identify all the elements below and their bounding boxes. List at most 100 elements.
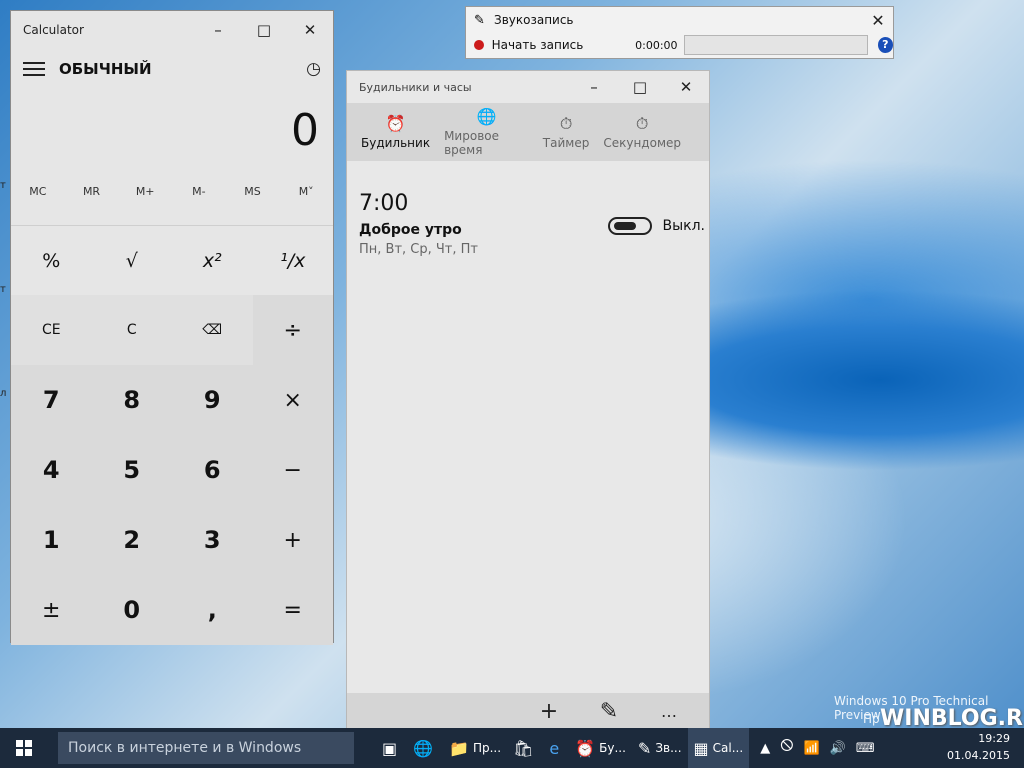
desktop-icon-fragment[interactable]: т — [0, 180, 10, 191]
alarm-item[interactable]: 7:00 Доброе утро Пн, Вт, Ср, Чт, Пт Выкл… — [359, 191, 705, 257]
globe-clock-icon: 🌐 — [476, 107, 497, 126]
close-button[interactable]: ✕ — [287, 11, 333, 49]
clock-time: 19:29 — [978, 732, 1010, 745]
alarms-command-bar: + ✎ … — [347, 693, 709, 729]
negate-button[interactable]: ± — [11, 575, 92, 645]
tab-label: Мировое время — [444, 129, 499, 157]
maximize-button[interactable]: □ — [241, 11, 287, 49]
desktop-icon-fragment[interactable]: т — [0, 284, 10, 295]
memory-clear-button[interactable]: MC — [11, 185, 65, 198]
reciprocal-button[interactable]: ¹/x — [252, 226, 333, 295]
desktop-icon-fragment[interactable]: л — [0, 388, 10, 399]
more-options-button[interactable]: … — [639, 702, 699, 721]
digit-8-button[interactable]: 8 — [91, 365, 172, 435]
recorder-titlebar[interactable]: ✎ Звукозапись ✕ — [466, 7, 893, 33]
percent-button[interactable]: % — [11, 226, 92, 295]
tab-world-clock[interactable]: 🌐 Мировое время — [444, 103, 529, 161]
folder-icon: 📁 — [449, 738, 469, 758]
taskbar-clock[interactable]: 19:29 01.04.2015 — [947, 730, 1010, 764]
alarm-clock-icon: ⏰ — [385, 114, 406, 133]
taskbar-item-label: Cal... — [712, 741, 744, 755]
memory-subtract-button[interactable]: M- — [172, 185, 226, 198]
alarm-toggle[interactable]: Выкл. — [608, 217, 705, 235]
taskbar: Поиск в интернете и в Windows ▣ 🌐 📁 Пр...… — [0, 728, 1024, 768]
subtract-button[interactable]: − — [252, 435, 333, 505]
network-icon[interactable]: 📶 — [803, 741, 819, 756]
task-view-button[interactable]: ▣ — [376, 728, 407, 768]
chevron-up-icon[interactable]: ▲ — [760, 741, 770, 756]
digit-4-button[interactable]: 4 — [11, 435, 92, 505]
digit-2-button[interactable]: 2 — [91, 505, 172, 575]
divide-button[interactable]: ÷ — [252, 295, 333, 365]
windows-logo-icon — [16, 740, 32, 756]
sound-recorder-window: ✎ Звукозапись ✕ Начать запись 0:00:00 ? — [465, 6, 894, 59]
help-icon[interactable]: ? — [877, 37, 894, 53]
digit-9-button[interactable]: 9 — [172, 365, 253, 435]
tab-label: Таймер — [542, 136, 590, 150]
digit-0-button[interactable]: 0 — [91, 575, 172, 645]
ie-button[interactable]: e — [543, 728, 569, 768]
clear-button[interactable]: C — [91, 295, 172, 365]
record-icon[interactable] — [474, 40, 484, 50]
microphone-icon: ✎ — [637, 738, 652, 758]
memory-row: MC MR M+ M- MS M˅ — [11, 173, 333, 209]
minimize-button[interactable]: – — [195, 11, 241, 49]
edit-pencil-icon[interactable]: ✎ — [579, 699, 639, 724]
globe-icon: 🌐 — [413, 738, 434, 758]
task-view-icon: ▣ — [382, 738, 398, 758]
search-box[interactable]: Поиск в интернете и в Windows — [58, 732, 354, 764]
decimal-separator-button[interactable]: , — [172, 575, 253, 645]
start-button[interactable] — [0, 728, 48, 768]
memory-list-button[interactable]: M˅ — [279, 185, 333, 198]
alarm-days: Пн, Вт, Ср, Чт, Пт — [359, 242, 478, 257]
clock-date: 01.04.2015 — [947, 749, 1010, 762]
recording-time: 0:00:00 — [635, 38, 678, 52]
start-recording-button[interactable]: Начать запись — [492, 38, 607, 52]
alarms-titlebar[interactable]: Будильники и часы – □ ✕ — [347, 71, 709, 103]
store-icon: 🛍 — [513, 738, 534, 758]
network-app-button[interactable]: 🌐 — [407, 728, 443, 768]
digit-3-button[interactable]: 3 — [172, 505, 253, 575]
add-button[interactable]: + — [252, 505, 333, 575]
no-entry-icon[interactable]: 🛇 — [780, 737, 793, 759]
close-button[interactable]: ✕ — [663, 71, 709, 103]
store-button[interactable]: 🛍 — [507, 728, 543, 768]
digit-1-button[interactable]: 1 — [11, 505, 92, 575]
square-button[interactable]: x² — [172, 226, 253, 295]
language-icon[interactable]: ⌨ — [856, 741, 875, 756]
taskbar-item-explorer[interactable]: 📁 Пр... — [443, 728, 507, 768]
calculator-icon: ▦ — [693, 738, 709, 758]
tab-stopwatch[interactable]: ⏱ Секундомер — [603, 103, 681, 161]
menu-icon[interactable] — [23, 62, 45, 76]
taskbar-item-label: Бу... — [599, 741, 626, 755]
memory-recall-button[interactable]: MR — [65, 185, 119, 198]
digit-7-button[interactable]: 7 — [11, 365, 92, 435]
digit-5-button[interactable]: 5 — [91, 435, 172, 505]
memory-add-button[interactable]: M+ — [118, 185, 172, 198]
level-meter — [683, 35, 868, 55]
tab-timer[interactable]: ⏱ Таймер — [543, 103, 590, 161]
history-icon[interactable]: ◷ — [306, 59, 321, 79]
close-button[interactable]: ✕ — [863, 11, 893, 30]
taskbar-item-alarms[interactable]: ⏰ Бу... — [569, 728, 632, 768]
equals-button[interactable]: = — [252, 575, 333, 645]
multiply-button[interactable]: × — [252, 365, 333, 435]
toggle-switch[interactable] — [608, 217, 653, 235]
tab-alarm[interactable]: ⏰ Будильник — [361, 103, 430, 161]
recorder-controls: Начать запись 0:00:00 ? — [466, 33, 894, 57]
clear-entry-button[interactable]: CE — [11, 295, 92, 365]
memory-store-button[interactable]: MS — [226, 185, 280, 198]
backspace-button[interactable]: ⌫ — [172, 295, 253, 365]
taskbar-item-calculator[interactable]: ▦ Cal... — [687, 728, 750, 768]
maximize-button[interactable]: □ — [617, 71, 663, 103]
minimize-button[interactable]: – — [571, 71, 617, 103]
sqrt-button[interactable]: √ — [91, 226, 172, 295]
digit-6-button[interactable]: 6 — [172, 435, 253, 505]
recorder-title: Звукозапись — [494, 13, 574, 27]
tab-label: Будильник — [361, 136, 431, 150]
taskbar-item-recorder[interactable]: ✎ Зв... — [632, 728, 688, 768]
add-alarm-button[interactable]: + — [519, 699, 579, 724]
calculator-titlebar[interactable]: Calculator – □ ✕ — [11, 11, 333, 49]
volume-icon[interactable]: 🔊 — [830, 741, 846, 756]
toggle-state-label: Выкл. — [662, 218, 705, 234]
